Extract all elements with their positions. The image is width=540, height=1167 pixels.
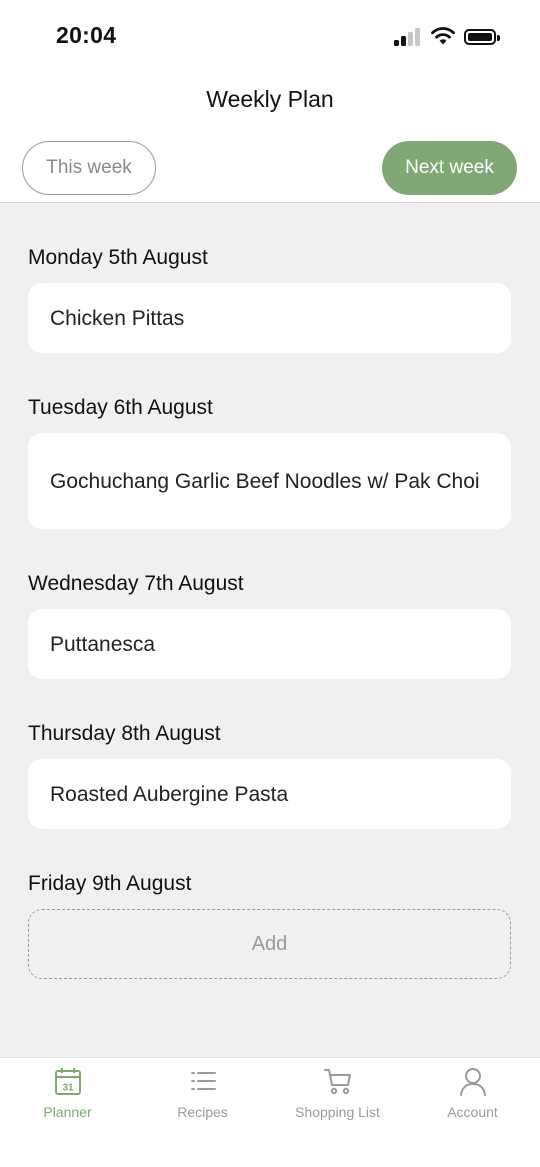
cart-icon (323, 1069, 351, 1095)
add-label: Add (251, 932, 288, 955)
meal-card-tuesday[interactable]: Gochuchang Garlic Beef Noodles w/ Pak Ch… (28, 433, 511, 529)
tab-account[interactable]: Account (405, 1058, 540, 1138)
day-label-wednesday: Wednesday 7th August (28, 572, 244, 595)
signal-icon (394, 28, 422, 46)
calendar-day: 31 (62, 1083, 74, 1094)
next-week-button[interactable]: Next week (382, 141, 517, 195)
wifi-icon (431, 27, 455, 45)
day-label-monday: Monday 5th August (28, 246, 208, 269)
day-label-friday: Friday 9th August (28, 872, 192, 895)
status-icons (394, 26, 504, 48)
list-icon (190, 1072, 216, 1090)
this-week-button[interactable]: This week (22, 141, 156, 195)
tab-label: Planner (43, 1104, 92, 1120)
user-icon (459, 1068, 486, 1096)
meal-card-thursday[interactable]: Roasted Aubergine Pasta (28, 759, 511, 829)
day-label-tuesday: Tuesday 6th August (28, 396, 213, 419)
page-title: Weekly Plan (206, 86, 334, 112)
meal-name: Gochuchang Garlic Beef Noodles w/ Pak Ch… (50, 469, 480, 493)
meal-card-monday[interactable]: Chicken Pittas (28, 283, 511, 353)
tab-label: Recipes (177, 1104, 228, 1120)
tab-label: Shopping List (295, 1104, 380, 1120)
tab-label: Account (447, 1104, 498, 1120)
meal-card-wednesday[interactable]: Puttanesca (28, 609, 511, 679)
meal-name: Roasted Aubergine Pasta (50, 782, 289, 806)
battery-icon (464, 29, 500, 45)
calendar-icon: 31 (54, 1068, 81, 1095)
tab-recipes[interactable]: Recipes (135, 1058, 270, 1138)
meal-name: Chicken Pittas (50, 306, 185, 330)
add-meal-button[interactable]: Add (28, 909, 511, 979)
header-area: 20:04 Weekly Plan This week Next week (0, 0, 540, 203)
tab-bar: 31 Planner Recipes Shopping List Account (0, 1057, 540, 1167)
tab-planner[interactable]: 31 Planner (0, 1058, 135, 1138)
meal-name: Puttanesca (50, 632, 156, 656)
day-label-thursday: Thursday 8th August (28, 722, 221, 745)
status-time: 20:04 (56, 22, 117, 48)
tab-shopping-list[interactable]: Shopping List (270, 1058, 405, 1138)
